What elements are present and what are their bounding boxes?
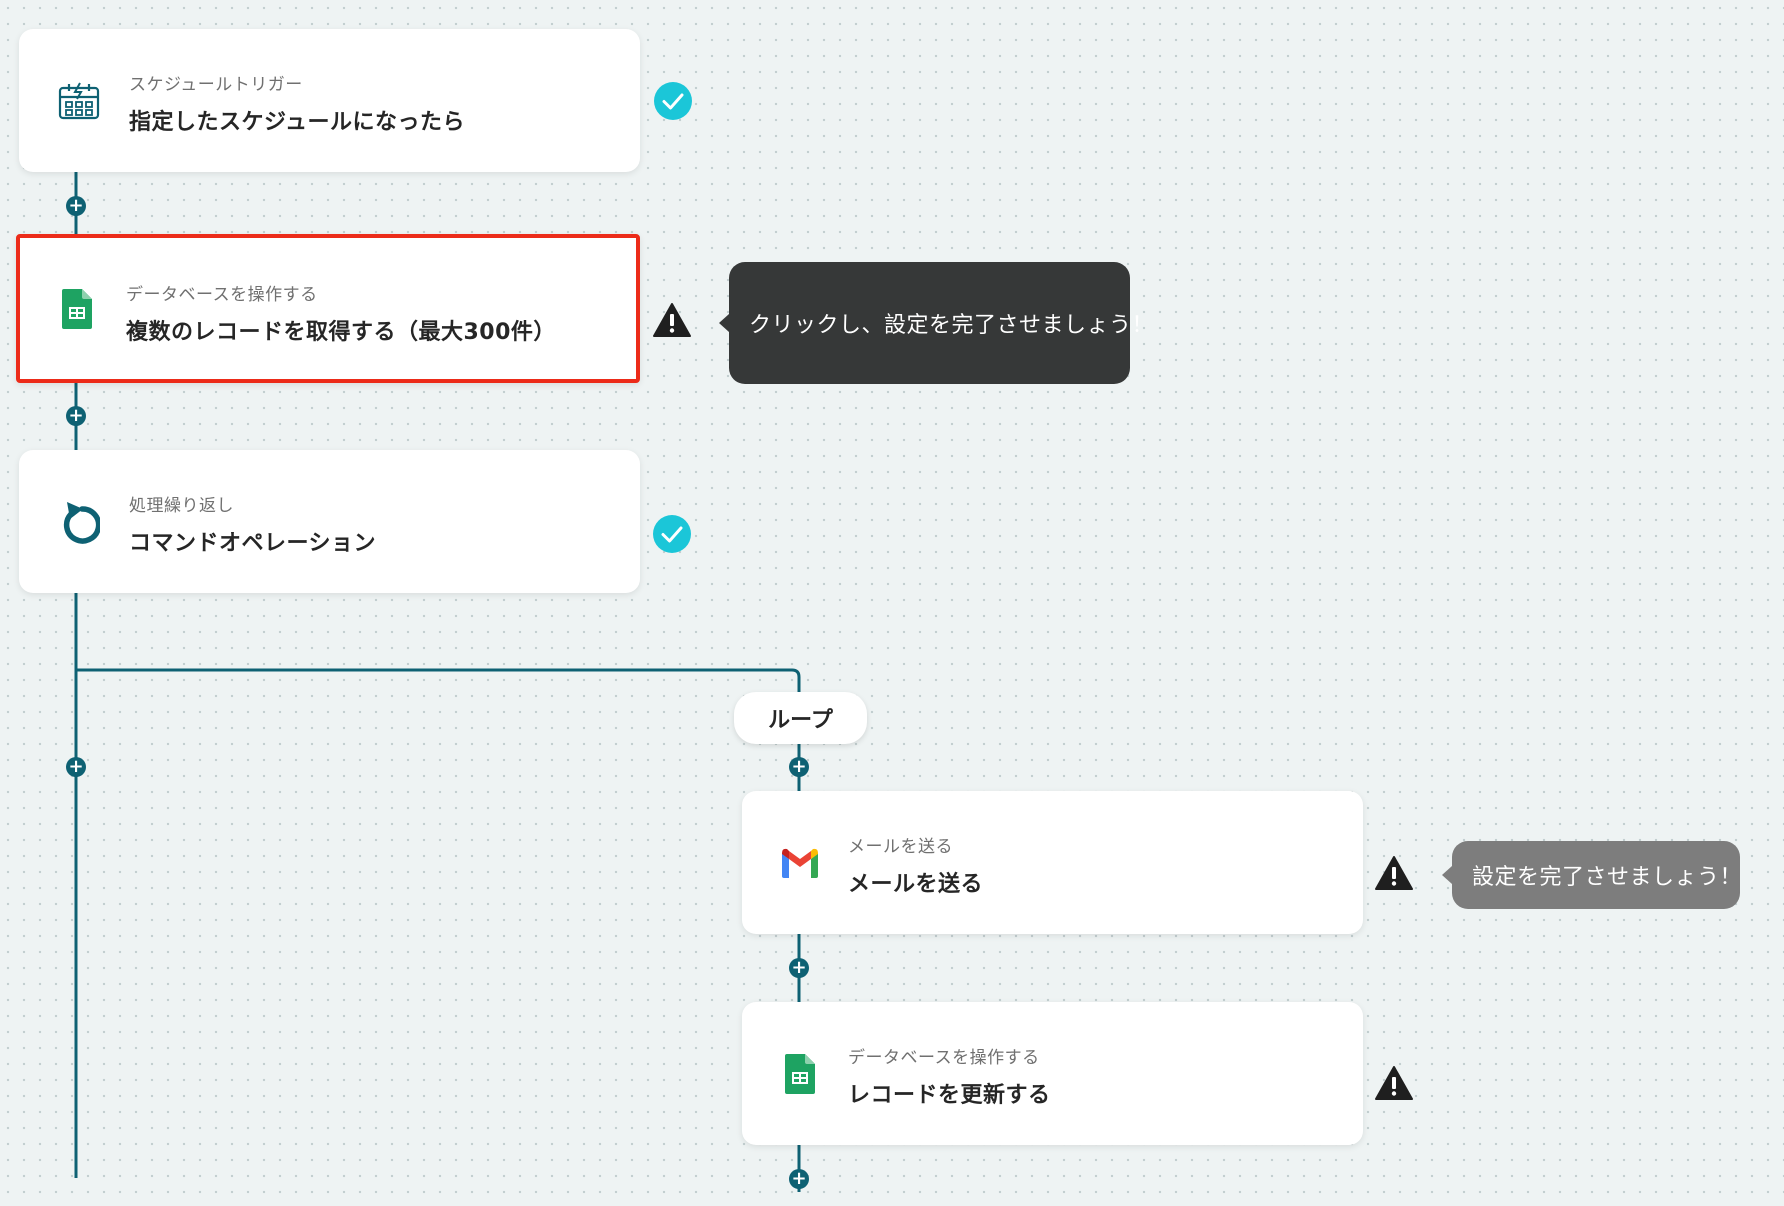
google-sheets-icon [776,1050,824,1098]
tooltip-text: 設定を完了させましょう！ [1472,865,1743,890]
warning-icon [652,300,692,340]
flow-node-send-mail[interactable]: メールを送る メールを送る [742,791,1363,934]
add-loop-step-button[interactable]: + [789,958,809,978]
add-step-button[interactable]: + [66,406,86,426]
flow-node-command-operation[interactable]: 処理繰り返し コマンドオペレーション [19,450,640,593]
node-subtitle: 処理繰り返し [129,496,234,516]
node-title: コマンドオペレーション [129,531,377,556]
node-title: 指定したスケジュールになったら [129,110,465,135]
node-subtitle: メールを送る [848,837,953,857]
loop-branch-line [76,668,801,694]
loop-label[interactable]: ループ [734,692,867,744]
tooltip-tail [1442,866,1452,884]
node-title: レコードを更新する [848,1083,1051,1108]
tooltip-complete-settings: クリックし、設定を完了させましょう！ [719,262,1154,384]
tooltip-complete-settings-mail: 設定を完了させましょう！ [1442,841,1743,909]
tooltip-text: クリックし、設定を完了させましょう！ [749,313,1155,338]
add-step-button[interactable]: + [66,196,86,216]
flow-node-get-records[interactable]: データベースを操作する 複数のレコードを取得する（最大300件） [16,234,640,383]
complete-check-icon [652,514,692,554]
flow-node-schedule-trigger[interactable]: スケジュールトリガー 指定したスケジュールになったら [19,29,640,172]
google-sheets-icon [53,285,101,333]
add-loop-step-button[interactable]: + [789,1169,809,1189]
add-loop-step-button[interactable]: + [789,757,809,777]
add-step-button[interactable]: + [66,757,86,777]
node-subtitle: データベースを操作する [126,285,318,305]
loop-arrow-icon [55,498,103,546]
tooltip-tail [719,314,729,332]
warning-icon [1374,853,1414,893]
complete-check-icon [653,81,693,121]
node-title: 複数のレコードを取得する（最大300件） [126,320,556,345]
node-subtitle: データベースを操作する [848,1048,1040,1068]
node-subtitle: スケジュールトリガー [129,75,303,95]
warning-icon [1374,1063,1414,1103]
gmail-icon [776,839,824,887]
node-title: メールを送る [848,872,984,897]
flow-node-update-record[interactable]: データベースを操作する レコードを更新する [742,1002,1363,1145]
calendar-lightning-icon [55,77,103,125]
